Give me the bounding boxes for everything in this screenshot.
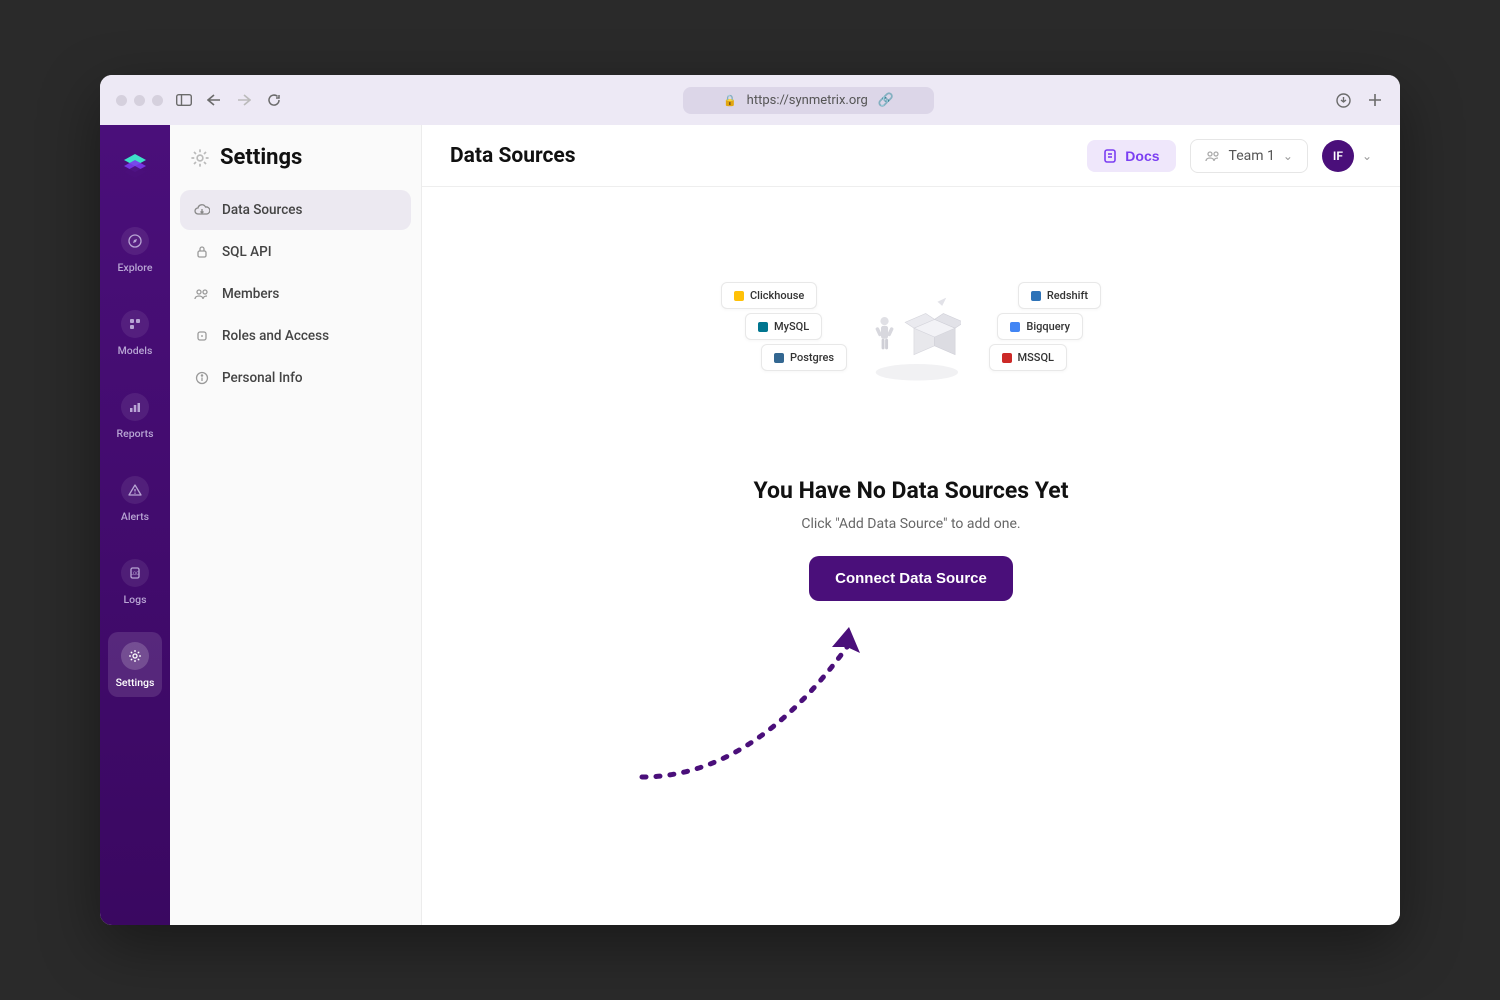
nav-logs[interactable]: LOG Logs — [108, 549, 162, 614]
reload-icon[interactable] — [265, 91, 283, 109]
db-chip-mssql: MSSQL — [989, 344, 1067, 371]
db-chip-clickhouse: Clickhouse — [721, 282, 817, 309]
settings-item-sql-api[interactable]: SQL API — [180, 232, 411, 272]
link-icon: 🔗 — [878, 93, 894, 108]
nav-label: Reports — [117, 427, 154, 440]
app-body: Explore Models Reports Alerts — [100, 125, 1400, 925]
settings-item-label: Roles and Access — [222, 328, 329, 344]
new-tab-icon[interactable] — [1366, 91, 1384, 109]
settings-item-label: Personal Info — [222, 370, 303, 386]
nav-models[interactable]: Models — [108, 300, 162, 365]
topbar: Data Sources Docs Team 1 ⌄ IF ⌄ — [422, 125, 1400, 187]
settings-item-members[interactable]: Members — [180, 274, 411, 314]
team-label: Team 1 — [1229, 148, 1275, 164]
decorative-arrow — [632, 617, 892, 797]
traffic-lights[interactable] — [116, 95, 163, 106]
page-title: Data Sources — [450, 144, 576, 168]
db-chip-bigquery: Bigquery — [997, 313, 1083, 340]
connect-data-source-button[interactable]: Connect Data Source — [809, 556, 1013, 601]
nav-alerts[interactable]: Alerts — [108, 466, 162, 531]
gear-icon — [190, 148, 210, 168]
chevron-down-icon: ⌄ — [1283, 149, 1293, 163]
db-chip-mysql: MySQL — [745, 313, 822, 340]
sidebar-main: Explore Models Reports Alerts — [100, 125, 170, 925]
settings-item-roles[interactable]: Roles and Access — [180, 316, 411, 356]
nav-label: Models — [118, 344, 153, 357]
box-illustration — [861, 287, 961, 387]
models-icon — [121, 310, 149, 338]
empty-state-sub: Click "Add Data Source" to add one. — [801, 516, 1020, 532]
settings-panel: Settings Data Sources SQL API Members R — [170, 125, 422, 925]
topbar-right: Docs Team 1 ⌄ IF ⌄ — [1087, 139, 1372, 173]
user-menu[interactable]: IF ⌄ — [1322, 140, 1372, 172]
lock-icon — [194, 245, 210, 259]
empty-state-illustration: Clickhouse MySQL Postgres Redshift Bigqu… — [731, 247, 1091, 427]
avatar: IF — [1322, 140, 1354, 172]
chevron-down-icon: ⌄ — [1362, 149, 1372, 163]
settings-item-data-sources[interactable]: Data Sources — [180, 190, 411, 230]
nav-reports[interactable]: Reports — [108, 383, 162, 448]
lock-icon: 🔒 — [723, 94, 737, 107]
docs-button[interactable]: Docs — [1087, 140, 1175, 172]
compass-icon — [121, 227, 149, 255]
nav-forward-icon[interactable] — [235, 91, 253, 109]
nav-back-icon[interactable] — [205, 91, 223, 109]
db-chip-redshift: Redshift — [1018, 282, 1101, 309]
sidebar-toggle-icon[interactable] — [175, 91, 193, 109]
browser-window: 🔒 https://synmetrix.org 🔗 Explore — [100, 75, 1400, 925]
info-icon — [194, 371, 210, 385]
url-text: https://synmetrix.org — [747, 93, 868, 108]
nav-label: Explore — [118, 261, 153, 274]
nav-settings[interactable]: Settings — [108, 632, 162, 697]
content-area: Clickhouse MySQL Postgres Redshift Bigqu… — [422, 187, 1400, 925]
doc-icon — [1103, 148, 1117, 164]
cloud-icon — [194, 204, 210, 216]
browser-chrome: 🔒 https://synmetrix.org 🔗 — [100, 75, 1400, 125]
people-icon — [194, 287, 210, 301]
settings-item-personal[interactable]: Personal Info — [180, 358, 411, 398]
main-content: Data Sources Docs Team 1 ⌄ IF ⌄ — [422, 125, 1400, 925]
app-logo[interactable] — [119, 149, 151, 181]
settings-header: Settings — [180, 145, 411, 190]
key-icon — [194, 329, 210, 343]
settings-item-label: SQL API — [222, 244, 272, 260]
settings-item-label: Members — [222, 286, 279, 302]
empty-state-heading: You Have No Data Sources Yet — [754, 477, 1069, 504]
settings-list: Data Sources SQL API Members Roles and A… — [180, 190, 411, 398]
settings-item-label: Data Sources — [222, 202, 302, 218]
nav-label: Settings — [116, 676, 155, 689]
alert-icon — [121, 476, 149, 504]
nav-label: Alerts — [121, 510, 149, 523]
docs-label: Docs — [1125, 148, 1159, 164]
settings-title: Settings — [220, 145, 302, 170]
db-chip-postgres: Postgres — [761, 344, 847, 371]
chart-icon — [121, 393, 149, 421]
nav-explore[interactable]: Explore — [108, 217, 162, 282]
nav-label: Logs — [124, 593, 147, 606]
people-icon — [1205, 149, 1221, 163]
downloads-icon[interactable] — [1334, 91, 1352, 109]
url-bar[interactable]: 🔒 https://synmetrix.org 🔗 — [295, 87, 1322, 114]
log-icon: LOG — [121, 559, 149, 587]
gear-icon — [121, 642, 149, 670]
team-select[interactable]: Team 1 ⌄ — [1190, 139, 1308, 173]
svg-text:LOG: LOG — [131, 571, 139, 577]
